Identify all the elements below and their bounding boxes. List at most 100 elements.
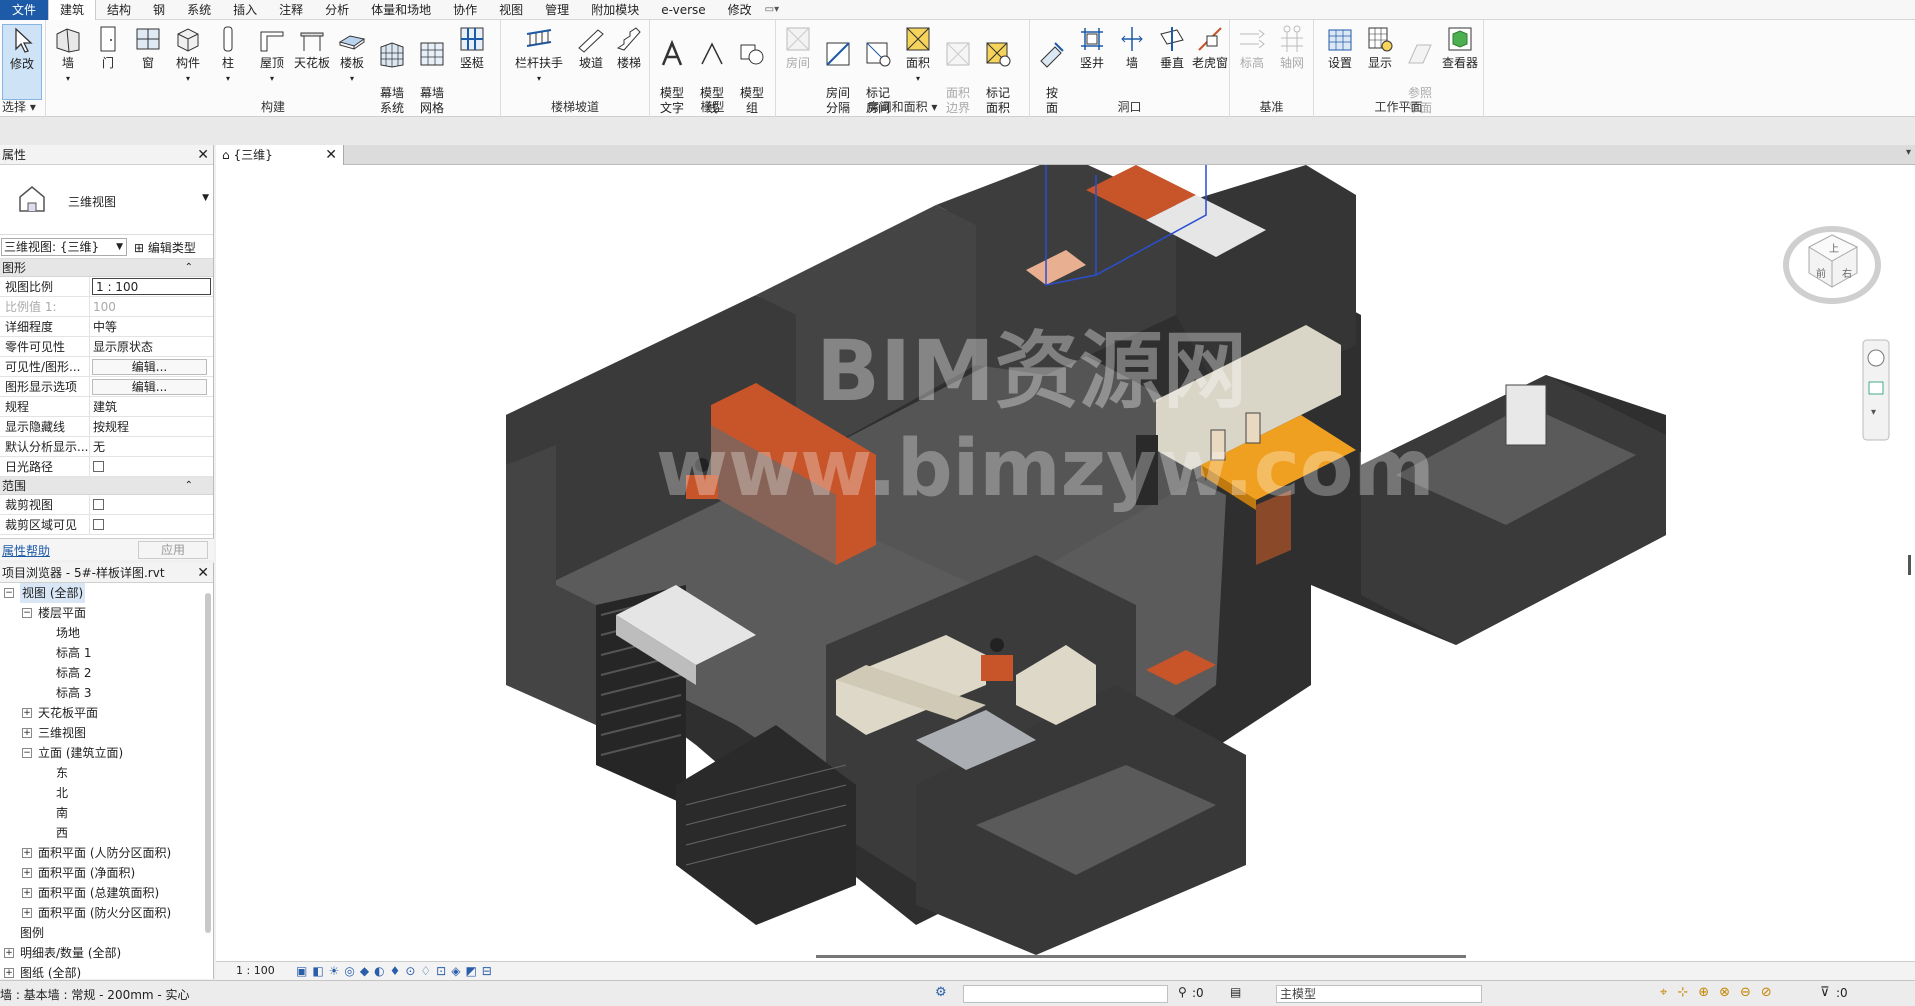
- group-extents[interactable]: 范围 ⌃: [0, 477, 213, 495]
- parts-visibility-field[interactable]: 显示原状态: [90, 337, 213, 356]
- nav-dropdown-icon[interactable]: ▾: [1871, 407, 1876, 418]
- browser-node[interactable]: + 三维视图: [0, 723, 213, 743]
- browser-node[interactable]: 标高 1: [0, 643, 213, 663]
- properties-help-link[interactable]: 属性帮助: [2, 542, 50, 559]
- browser-node[interactable]: 图例: [0, 923, 213, 943]
- menu-massing[interactable]: 体量和场地: [360, 0, 442, 20]
- selection-mode-icons[interactable]: ⌖⊹⊕⊗⊖⊘: [1660, 985, 1782, 1000]
- expand-icon[interactable]: +: [22, 708, 32, 718]
- grid-tool[interactable]: 轴网: [1272, 24, 1312, 71]
- view-selector[interactable]: 三维视图: {三维} ▼: [1, 238, 127, 256]
- browser-scrollbar[interactable]: [205, 593, 211, 933]
- door-tool[interactable]: 门: [88, 24, 128, 71]
- dormer-tool[interactable]: 老虎窗: [1190, 24, 1230, 71]
- window-tool[interactable]: 窗: [128, 24, 168, 71]
- crop-view-checkbox[interactable]: [93, 499, 104, 510]
- menu-everse[interactable]: e-verse: [650, 0, 716, 20]
- room-area-title[interactable]: 房间和面积 ▾: [776, 98, 1029, 115]
- stair-tool[interactable]: 楼梯: [609, 24, 649, 71]
- close-icon[interactable]: ✕: [325, 145, 337, 165]
- browser-node[interactable]: + 面积平面 (防火分区面积): [0, 903, 213, 923]
- set-workplane-tool[interactable]: 设置: [1320, 24, 1360, 71]
- component-tool[interactable]: 构件 ▾: [168, 24, 208, 86]
- view-tab-3d[interactable]: ⌂ {三维} ✕: [216, 145, 344, 165]
- hidden-lines-field[interactable]: 按规程: [90, 417, 213, 436]
- browser-node[interactable]: + 天花板平面: [0, 703, 213, 723]
- vg-edit-button[interactable]: 编辑...: [92, 359, 207, 375]
- menu-insert[interactable]: 插入: [222, 0, 268, 20]
- viewport-hscroll[interactable]: [816, 955, 1466, 958]
- menu-systems[interactable]: 系统: [176, 0, 222, 20]
- browser-node[interactable]: 标高 3: [0, 683, 213, 703]
- quick-access-dropdown[interactable]: ▭▾: [765, 4, 779, 15]
- expand-icon[interactable]: +: [22, 888, 32, 898]
- browser-node[interactable]: − 楼层平面: [0, 603, 213, 623]
- menu-modify[interactable]: 修改: [717, 0, 763, 20]
- browser-node[interactable]: 场地: [0, 623, 213, 643]
- collapse-icon[interactable]: −: [22, 608, 32, 618]
- menu-analyze[interactable]: 分析: [314, 0, 360, 20]
- roof-tool[interactable]: 屋顶 ▾: [252, 24, 292, 86]
- expand-icon[interactable]: +: [22, 848, 32, 858]
- menu-addins[interactable]: 附加模块: [580, 0, 650, 20]
- view-control-icons[interactable]: ▣◧☀◎◆◐♦⊙♢⊡◈◩⊟: [296, 964, 497, 978]
- menu-file[interactable]: 文件: [0, 0, 49, 20]
- column-tool[interactable]: 柱 ▾: [208, 24, 248, 86]
- type-selector[interactable]: 三维视图 ▼: [0, 165, 213, 235]
- wall-tool[interactable]: 墙 ▾: [48, 24, 88, 86]
- vertical-opening-tool[interactable]: 垂直: [1152, 24, 1192, 71]
- detail-level-field[interactable]: 中等: [90, 317, 213, 336]
- expand-icon[interactable]: +: [4, 948, 14, 958]
- filter-icon[interactable]: ⚲: [1178, 985, 1187, 999]
- room-tool[interactable]: 房间: [778, 24, 818, 71]
- menu-structure[interactable]: 结构: [96, 0, 142, 20]
- edit-type-button[interactable]: ⊞ 编辑类型: [134, 239, 196, 256]
- viewer-tool[interactable]: 查看器: [1440, 24, 1480, 71]
- menu-collaborate[interactable]: 协作: [442, 0, 488, 20]
- browser-node[interactable]: 西: [0, 823, 213, 843]
- area-tool[interactable]: 面积 ▾: [898, 24, 938, 86]
- browser-node[interactable]: + 面积平面 (净面积): [0, 863, 213, 883]
- browser-node[interactable]: 东: [0, 763, 213, 783]
- 3d-viewport[interactable]: BIM资源网 www.bimzyw.com 上 前 右 ▾: [216, 165, 1915, 961]
- menu-manage[interactable]: 管理: [534, 0, 580, 20]
- browser-node[interactable]: + 面积平面 (人防分区面积): [0, 843, 213, 863]
- browser-node[interactable]: + 图纸 (全部): [0, 963, 213, 979]
- browser-node[interactable]: − 立面 (建筑立面): [0, 743, 213, 763]
- menu-view[interactable]: 视图: [488, 0, 534, 20]
- group-graphics[interactable]: 图形 ⌃: [0, 259, 213, 277]
- browser-node[interactable]: 北: [0, 783, 213, 803]
- navigation-bar[interactable]: ▾: [1862, 339, 1890, 441]
- collapse-icon[interactable]: −: [22, 748, 32, 758]
- crop-visible-checkbox[interactable]: [93, 519, 104, 530]
- browser-node[interactable]: − 视图 (全部): [0, 583, 213, 603]
- design-option-dropdown[interactable]: 主模型: [1276, 985, 1482, 1003]
- design-option-icon[interactable]: ▤: [1230, 985, 1241, 999]
- expand-icon[interactable]: +: [4, 968, 14, 978]
- wall-opening-tool[interactable]: 墙: [1112, 24, 1152, 71]
- collapse-icon[interactable]: −: [4, 588, 14, 598]
- tab-menu-icon[interactable]: ▾: [1906, 147, 1911, 158]
- zoom-icon[interactable]: [1868, 381, 1884, 395]
- browser-node[interactable]: 标高 2: [0, 663, 213, 683]
- menu-architecture[interactable]: 建筑: [48, 0, 97, 20]
- analysis-display-field[interactable]: 无: [90, 437, 213, 456]
- steering-wheel-icon[interactable]: [1867, 349, 1885, 367]
- expand-icon[interactable]: +: [22, 868, 32, 878]
- workset-icon[interactable]: ⚙: [935, 985, 947, 1000]
- discipline-field[interactable]: 建筑: [90, 397, 213, 416]
- graphic-options-edit-button[interactable]: 编辑...: [92, 379, 207, 395]
- filter-funnel-icon[interactable]: ⊽: [1820, 985, 1830, 1000]
- view-scale-label[interactable]: 1 : 100: [236, 964, 275, 977]
- modify-tool[interactable]: 修改: [2, 24, 42, 100]
- viewcube[interactable]: 上 前 右: [1783, 226, 1881, 304]
- mullion-tool[interactable]: 竖梃: [452, 24, 492, 71]
- floor-tool[interactable]: 楼板 ▾: [332, 24, 372, 86]
- ramp-tool[interactable]: 坡道: [571, 24, 611, 71]
- ceiling-tool[interactable]: 天花板: [292, 24, 332, 71]
- expand-icon[interactable]: +: [22, 728, 32, 738]
- sun-path-checkbox[interactable]: [93, 461, 104, 472]
- apply-button[interactable]: 应用: [138, 541, 208, 559]
- menu-steel[interactable]: 钢: [142, 0, 176, 20]
- browser-node[interactable]: + 面积平面 (总建筑面积): [0, 883, 213, 903]
